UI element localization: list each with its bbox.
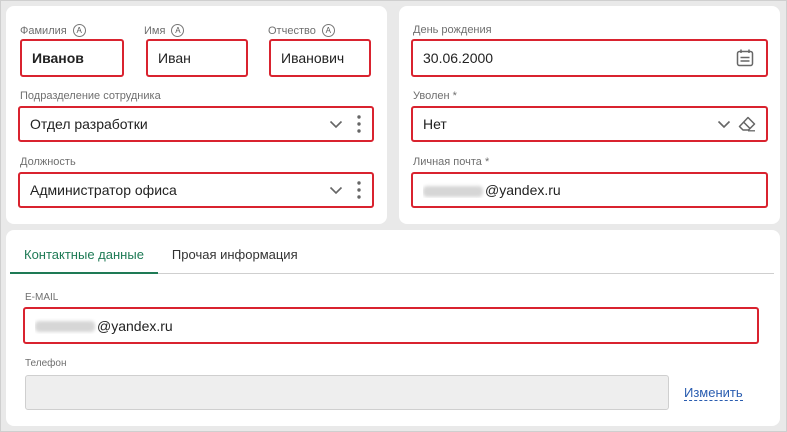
change-phone-link[interactable]: Изменить <box>684 386 743 401</box>
status-info-card: День рождения 30.06.2000 Уволен * Нет Ли… <box>399 6 780 224</box>
phone-label: Телефон <box>25 358 67 369</box>
tab-other-info[interactable]: Прочая информация <box>158 244 312 274</box>
surname-input[interactable]: Иванов <box>20 39 124 77</box>
more-vertical-icon[interactable] <box>352 115 366 133</box>
personal-email-label: Личная почта * <box>413 156 490 168</box>
dismissed-select[interactable]: Нет <box>411 106 768 142</box>
tab-bar: Контактные данные Прочая информация <box>10 244 774 274</box>
department-label: Подразделение сотрудника <box>20 90 161 102</box>
phone-input[interactable] <box>25 375 669 410</box>
tab-contact-data[interactable]: Контактные данные <box>10 244 158 274</box>
auto-icon: A <box>72 24 86 37</box>
birthday-label: День рождения <box>413 24 492 36</box>
chevron-down-icon[interactable] <box>326 186 346 195</box>
email-label: E-MAIL <box>25 292 59 303</box>
chevron-down-icon[interactable] <box>326 120 346 129</box>
redacted-text <box>423 185 483 197</box>
position-select[interactable]: Администратор офиса <box>18 172 374 208</box>
name-label: Имя A <box>144 24 185 37</box>
personal-email-input[interactable]: @yandex.ru <box>411 172 768 208</box>
more-vertical-icon[interactable] <box>352 181 366 199</box>
personal-info-card: Фамилия A Иванов Имя A Иван Отчество A И… <box>6 6 387 224</box>
department-select[interactable]: Отдел разработки <box>18 106 374 142</box>
patronymic-label: Отчество A <box>268 24 335 37</box>
eraser-icon[interactable] <box>736 116 758 132</box>
chevron-down-icon[interactable] <box>714 120 734 129</box>
contacts-card: Контактные данные Прочая информация E-MA… <box>6 230 780 426</box>
auto-icon: A <box>171 24 185 37</box>
surname-label: Фамилия A <box>20 24 86 37</box>
name-input[interactable]: Иван <box>146 39 248 77</box>
calendar-icon[interactable] <box>734 49 756 67</box>
birthday-input[interactable]: 30.06.2000 <box>411 39 768 77</box>
email-input[interactable]: @yandex.ru <box>23 307 759 344</box>
patronymic-input[interactable]: Иванович <box>269 39 371 77</box>
redacted-text <box>35 321 95 333</box>
auto-icon: A <box>321 24 335 37</box>
position-label: Должность <box>20 156 76 168</box>
dismissed-label: Уволен * <box>413 90 457 102</box>
